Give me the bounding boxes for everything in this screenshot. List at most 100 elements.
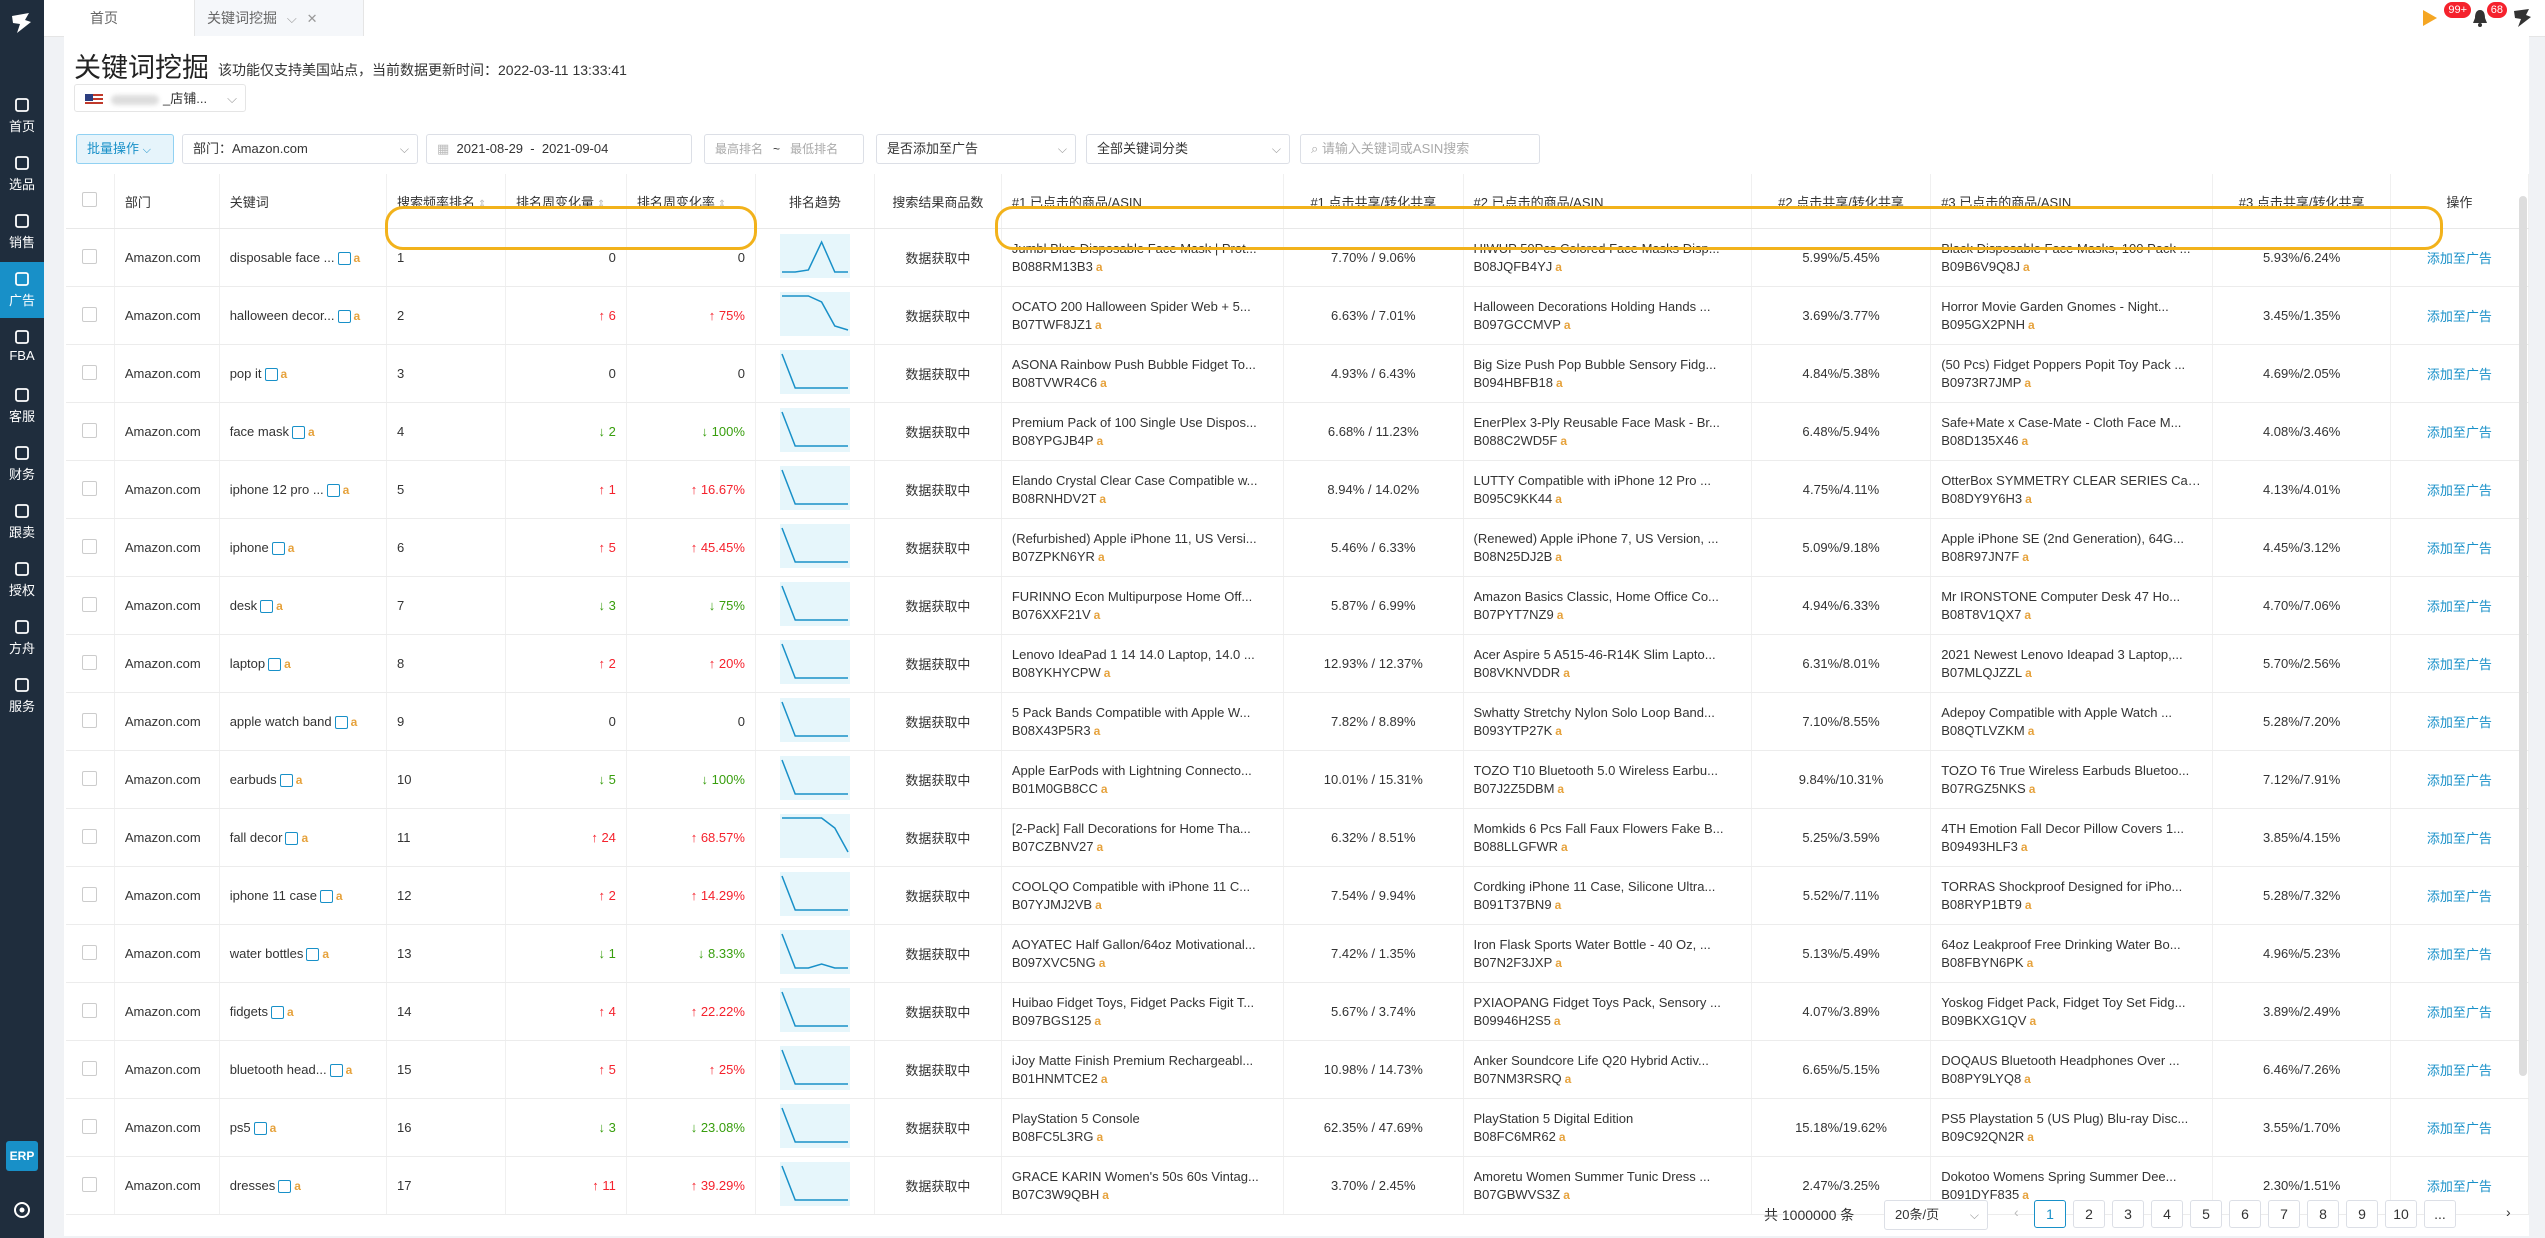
product1-title[interactable]: Huibao Fidget Toys, Fidget Packs Figit T…: [1012, 994, 1273, 1012]
product1-asin[interactable]: B08YKHYCPW: [1012, 665, 1101, 680]
row-checkbox-cell[interactable]: [66, 228, 115, 287]
amazon-icon[interactable]: a: [296, 773, 303, 787]
product2-title[interactable]: EnerPlex 3-Ply Reusable Face Mask - Br..…: [1474, 414, 1741, 432]
product2-title[interactable]: Amazon Basics Classic, Home Office Co...: [1474, 588, 1741, 606]
keyword-text[interactable]: earbuds: [230, 772, 277, 787]
copy-icon[interactable]: [264, 368, 278, 382]
ad-status-select[interactable]: 是否添加至广告 ⌵: [876, 134, 1076, 164]
trend-cell[interactable]: [755, 460, 875, 519]
row-checkbox[interactable]: [82, 654, 98, 670]
keyword-text[interactable]: fidgets: [230, 1004, 268, 1019]
row-checkbox[interactable]: [82, 538, 98, 554]
add-to-ad-button[interactable]: 添加至广告: [2427, 831, 2492, 846]
product2-title[interactable]: PXIAOPANG Fidget Toys Pack, Sensory ...: [1474, 994, 1741, 1012]
nav-item-7[interactable]: 跟卖: [0, 494, 44, 550]
row-checkbox-cell[interactable]: [66, 924, 115, 983]
copy-icon[interactable]: [306, 948, 320, 962]
row-checkbox-cell[interactable]: [66, 808, 115, 867]
product2-title[interactable]: (Renewed) Apple iPhone 7, US Version, ..…: [1474, 530, 1741, 548]
amazon-icon[interactable]: a: [2022, 550, 2029, 564]
product1-title[interactable]: Lenovo IdeaPad 1 14 14.0 Laptop, 14.0 ..…: [1012, 646, 1273, 664]
product1-asin[interactable]: B01HNMTCE2: [1012, 1071, 1098, 1086]
nav-item-9[interactable]: 方舟: [0, 610, 44, 666]
copy-icon[interactable]: [278, 1180, 292, 1194]
prev-page-icon[interactable]: ‹: [2014, 1204, 2019, 1220]
product3-title[interactable]: TOZO T6 True Wireless Earbuds Bluetoo...: [1941, 762, 2202, 780]
product3-asin[interactable]: B09493HLF3: [1941, 839, 2018, 854]
nav-item-5[interactable]: 客服: [0, 378, 44, 434]
amazon-icon[interactable]: a: [2024, 608, 2031, 622]
product3-title[interactable]: Apple iPhone SE (2nd Generation), 64G...: [1941, 530, 2202, 548]
keyword-text[interactable]: fall decor: [230, 830, 283, 845]
row-checkbox[interactable]: [82, 828, 98, 844]
product2-asin[interactable]: B08N25DJ2B: [1474, 549, 1553, 564]
amazon-icon[interactable]: a: [281, 367, 288, 381]
row-checkbox[interactable]: [82, 886, 98, 902]
product3-asin[interactable]: B08D135X46: [1941, 433, 2018, 448]
product1-title[interactable]: AOYATEC Half Gallon/64oz Motivational...: [1012, 936, 1273, 954]
amazon-icon[interactable]: a: [2025, 666, 2032, 680]
amazon-icon[interactable]: a: [1560, 434, 1567, 448]
trend-cell[interactable]: [755, 344, 875, 403]
keyword-text[interactable]: face mask: [230, 424, 289, 439]
product2-asin[interactable]: B088LLGFWR: [1474, 839, 1559, 854]
trend-cell[interactable]: [755, 1040, 875, 1099]
page-button[interactable]: 4: [2151, 1200, 2183, 1228]
nav-item-6[interactable]: 财务: [0, 436, 44, 492]
settings-icon[interactable]: [12, 1200, 32, 1220]
product3-title[interactable]: (50 Pcs) Fidget Poppers Popit Toy Pack .…: [1941, 356, 2202, 374]
amazon-icon[interactable]: a: [1099, 956, 1106, 970]
product2-title[interactable]: Acer Aspire 5 A515-46-R14K Slim Lapto...: [1474, 646, 1741, 664]
nav-item-10[interactable]: 服务: [0, 668, 44, 724]
row-checkbox[interactable]: [82, 1002, 98, 1018]
product1-title[interactable]: iJoy Matte Finish Premium Rechargeabl...: [1012, 1052, 1273, 1070]
amazon-icon[interactable]: a: [2029, 782, 2036, 796]
product1-title[interactable]: Jumbl Blue Disposable Face Mask | Prot..…: [1012, 240, 1273, 258]
amazon-icon[interactable]: a: [301, 831, 308, 845]
product3-asin[interactable]: B08T8V1QX7: [1941, 607, 2021, 622]
amazon-icon[interactable]: a: [2025, 898, 2032, 912]
trend-cell[interactable]: [755, 808, 875, 867]
tab-keyword-mining[interactable]: 关键词挖掘 ⌵ ✕: [194, 0, 364, 36]
product2-title[interactable]: PlayStation 5 Digital Edition: [1474, 1110, 1741, 1128]
product2-title[interactable]: Cordking iPhone 11 Case, Silicone Ultra.…: [1474, 878, 1741, 896]
add-to-ad-button[interactable]: 添加至广告: [2427, 1179, 2492, 1194]
row-checkbox[interactable]: [82, 480, 98, 496]
product2-asin[interactable]: B08FC6MR62: [1474, 1129, 1556, 1144]
keyword-text[interactable]: pop it: [230, 366, 262, 381]
nav-item-2[interactable]: 销售: [0, 204, 44, 260]
sort-icon[interactable]: ⇕: [597, 199, 605, 210]
amazon-icon[interactable]: a: [354, 309, 361, 323]
product1-title[interactable]: [2-Pack] Fall Decorations for Home Tha..…: [1012, 820, 1273, 838]
page-size-select[interactable]: 20条/页 ⌵: [1884, 1200, 1988, 1230]
keyword-text[interactable]: dresses: [230, 1178, 276, 1193]
product3-title[interactable]: Dokotoo Womens Spring Summer Dee...: [1941, 1168, 2202, 1186]
row-checkbox[interactable]: [82, 596, 98, 612]
amazon-icon[interactable]: a: [1101, 1072, 1108, 1086]
select-all-checkbox-cell[interactable]: [66, 174, 115, 229]
row-checkbox-cell[interactable]: [66, 982, 115, 1041]
trend-cell[interactable]: [755, 576, 875, 635]
product1-title[interactable]: Elando Crystal Clear Case Compatible w..…: [1012, 472, 1273, 490]
amazon-icon[interactable]: a: [276, 599, 283, 613]
add-to-ad-button[interactable]: 添加至广告: [2427, 773, 2492, 788]
amazon-icon[interactable]: a: [1098, 550, 1105, 564]
amazon-icon[interactable]: a: [2023, 260, 2030, 274]
row-checkbox[interactable]: [82, 306, 98, 322]
amazon-icon[interactable]: a: [1100, 376, 1107, 390]
amazon-icon[interactable]: a: [1104, 666, 1111, 680]
col-rank[interactable]: 搜索频率排名 ⇕: [386, 174, 506, 229]
trend-cell[interactable]: [755, 402, 875, 461]
play-icon[interactable]: [2421, 8, 2439, 28]
copy-icon[interactable]: [285, 832, 299, 846]
product1-asin[interactable]: B07TWF8JZ1: [1012, 317, 1092, 332]
product3-asin[interactable]: B0973R7JMP: [1941, 375, 2021, 390]
amazon-icon[interactable]: a: [2022, 434, 2029, 448]
trend-cell[interactable]: [755, 1098, 875, 1157]
product3-title[interactable]: PS5 Playstation 5 (US Plug) Blu-ray Disc…: [1941, 1110, 2202, 1128]
vertical-scrollbar[interactable]: [2519, 196, 2527, 1076]
product3-asin[interactable]: B08QTLVZKM: [1941, 723, 2025, 738]
product3-asin[interactable]: B09B6V9Q8J: [1941, 259, 2020, 274]
amazon-icon[interactable]: a: [1555, 492, 1562, 506]
product3-title[interactable]: Horror Movie Garden Gnomes - Night...: [1941, 298, 2202, 316]
